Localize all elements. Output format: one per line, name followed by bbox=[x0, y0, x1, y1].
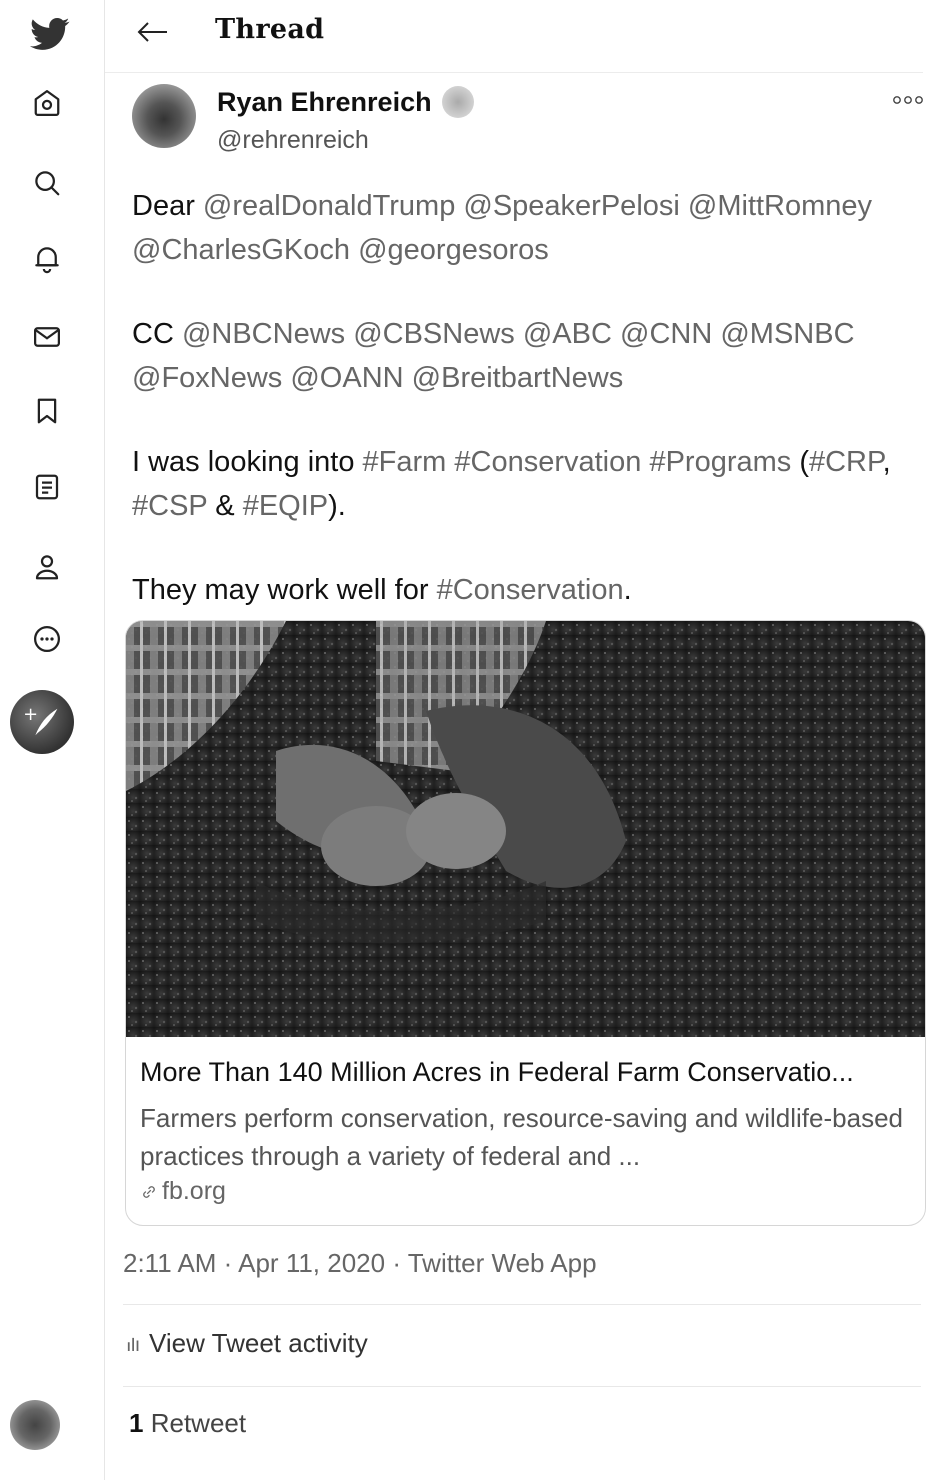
bookmark-icon[interactable] bbox=[28, 392, 66, 430]
search-icon[interactable] bbox=[28, 164, 66, 202]
retweet-label: Retweet bbox=[150, 1408, 247, 1438]
mention-link[interactable]: @CNN bbox=[620, 318, 712, 350]
activity-label[interactable]: View Tweet activity bbox=[149, 1328, 368, 1359]
link-icon bbox=[143, 1185, 155, 1198]
tweet-paragraph: Dear @realDonaldTrump @SpeakerPelosi @Mi… bbox=[132, 184, 922, 272]
tweet-text-run bbox=[350, 234, 358, 266]
mail-icon[interactable] bbox=[28, 318, 66, 356]
hashtag-link[interactable]: #Farm bbox=[363, 446, 447, 478]
sidebar-nav: + bbox=[0, 0, 100, 1480]
mention-link[interactable]: @NBCNews bbox=[182, 318, 345, 350]
mention-link[interactable]: @georgesoros bbox=[358, 234, 549, 266]
hashtag-link[interactable]: #CSP bbox=[132, 490, 207, 522]
tweet-text-run bbox=[515, 318, 523, 350]
tweet-text-run: ( bbox=[791, 446, 809, 478]
page-title: Thread bbox=[215, 14, 325, 45]
more-options-icon[interactable] bbox=[891, 90, 925, 110]
activity-bars-icon bbox=[127, 1337, 139, 1351]
mention-link[interactable]: @OANN bbox=[290, 362, 403, 394]
author-name-text[interactable]: Ryan Ehrenreich bbox=[217, 87, 432, 118]
mention-link[interactable]: @CharlesGKoch bbox=[132, 234, 350, 266]
tweet-text-run: & bbox=[207, 490, 243, 522]
profile-badge-icon bbox=[441, 86, 474, 118]
card-domain-text: fb.org bbox=[162, 1177, 226, 1205]
more-circle-icon[interactable] bbox=[28, 620, 66, 658]
author-avatar[interactable] bbox=[132, 84, 196, 148]
compose-tweet-icon[interactable]: + bbox=[10, 690, 74, 754]
card-title[interactable]: More Than 140 Million Acres in Federal F… bbox=[140, 1057, 915, 1088]
tweet-text-run bbox=[612, 318, 620, 350]
divider bbox=[123, 1304, 921, 1305]
tweet-paragraph: I was looking into #Farm #Conservation #… bbox=[132, 440, 922, 528]
view-tweet-activity-link[interactable]: View Tweet activity bbox=[127, 1328, 368, 1359]
tweet-text-run: Dear bbox=[132, 190, 203, 222]
profile-icon[interactable] bbox=[28, 548, 66, 586]
thread-column: Thread Ryan Ehrenreich @rehrenreich Dear… bbox=[105, 0, 933, 1480]
tweet-text-run: They may work well for bbox=[132, 574, 437, 606]
tweet-text-run: ). bbox=[328, 490, 346, 522]
mention-link[interactable]: @SpeakerPelosi bbox=[463, 190, 679, 222]
mention-link[interactable]: @CBSNews bbox=[353, 318, 515, 350]
tweet-text-run: . bbox=[623, 574, 632, 606]
mention-link[interactable]: @ABC bbox=[523, 318, 612, 350]
hashtag-link[interactable]: #Conservation bbox=[454, 446, 641, 478]
tweet-text-run: CC bbox=[132, 318, 182, 350]
mention-link[interactable]: @MittRomney bbox=[688, 190, 872, 222]
tweet-text-run bbox=[680, 190, 688, 222]
mention-link[interactable]: @MSNBC bbox=[720, 318, 854, 350]
tweet-text-run bbox=[404, 362, 412, 394]
tweet-text: Dear @realDonaldTrump @SpeakerPelosi @Mi… bbox=[132, 184, 922, 652]
header-divider bbox=[105, 72, 923, 73]
card-image bbox=[126, 621, 925, 1037]
mention-link[interactable]: @realDonaldTrump bbox=[203, 190, 455, 222]
bell-icon[interactable] bbox=[28, 240, 66, 278]
hashtag-link[interactable]: #Programs bbox=[649, 446, 791, 478]
tweet-text-run: , bbox=[882, 446, 891, 478]
hashtag-link[interactable]: #CRP bbox=[809, 446, 883, 478]
tweet-text-run: I was looking into bbox=[132, 446, 363, 478]
mention-link[interactable]: @FoxNews bbox=[132, 362, 282, 394]
home-icon[interactable] bbox=[28, 84, 66, 122]
svg-text:+: + bbox=[23, 705, 38, 725]
account-avatar[interactable] bbox=[10, 1400, 60, 1450]
divider bbox=[123, 1386, 921, 1387]
author-name[interactable]: Ryan Ehrenreich bbox=[217, 86, 474, 118]
tweet-paragraph: CC @NBCNews @CBSNews @ABC @CNN @MSNBC @F… bbox=[132, 312, 922, 400]
link-card[interactable]: More Than 140 Million Acres in Federal F… bbox=[125, 620, 926, 1226]
list-icon[interactable] bbox=[28, 468, 66, 506]
card-description: Farmers perform conservation, resource-s… bbox=[140, 1103, 903, 1171]
card-domain: fb.org bbox=[140, 1177, 226, 1206]
hashtag-link[interactable]: #EQIP bbox=[243, 490, 328, 522]
retweet-count: 1 bbox=[129, 1408, 144, 1438]
hashtag-link[interactable]: #Conservation bbox=[437, 574, 624, 606]
thread-header: Thread bbox=[105, 0, 933, 73]
retweet-stats[interactable]: 1 Retweet bbox=[129, 1408, 246, 1439]
tweet-paragraph: They may work well for #Conservation. bbox=[132, 568, 922, 612]
author-handle[interactable]: @rehrenreich bbox=[217, 126, 369, 155]
tweet-timestamp[interactable]: 2:11 AM · Apr 11, 2020 · Twitter Web App bbox=[123, 1248, 597, 1279]
back-arrow-icon[interactable] bbox=[135, 14, 171, 50]
tweet-text-run bbox=[345, 318, 353, 350]
mention-link[interactable]: @BreitbartNews bbox=[412, 362, 624, 394]
twitter-logo-icon[interactable] bbox=[26, 14, 74, 54]
